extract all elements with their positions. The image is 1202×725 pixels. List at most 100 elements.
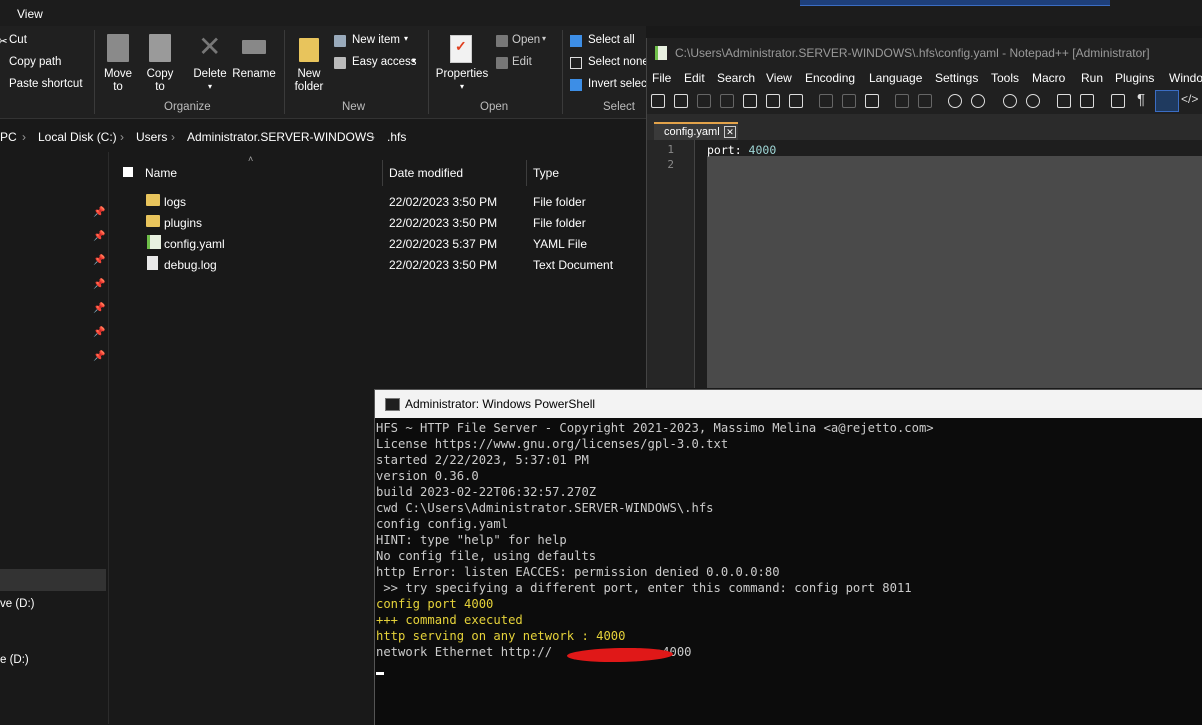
tab-label: config.yaml xyxy=(664,126,720,138)
menu-macro[interactable]: Macro xyxy=(1032,71,1065,85)
close-all-icon[interactable] xyxy=(766,94,780,108)
properties-button[interactable]: ✓ Properties ▾ xyxy=(434,32,490,96)
chevron-down-icon: ▾ xyxy=(404,34,409,43)
taskbar-highlight xyxy=(800,0,1110,6)
paste-icon[interactable] xyxy=(865,94,879,108)
column-divider[interactable] xyxy=(526,160,527,186)
tab-config-yaml[interactable]: config.yaml ✕ xyxy=(654,122,738,142)
move-to-button[interactable]: Move to xyxy=(102,32,134,93)
breadcrumb-administrator[interactable]: Administrator.SERVER-WINDOWS xyxy=(187,130,374,144)
close-icon[interactable]: ✕ xyxy=(724,126,736,138)
menu-edit[interactable]: Edit xyxy=(684,71,705,85)
menu-settings[interactable]: Settings xyxy=(935,71,978,85)
copy-icon[interactable] xyxy=(842,94,856,108)
table-row[interactable]: plugins 22/02/2023 3:50 PM File folder xyxy=(109,212,629,233)
menu-tools[interactable]: Tools xyxy=(991,71,1019,85)
column-header-date-modified[interactable]: Date modified xyxy=(389,166,463,180)
pin-icon[interactable]: 📌 xyxy=(93,351,105,362)
delete-button[interactable]: ✕ Delete ▾ xyxy=(190,32,230,92)
open-file-icon[interactable] xyxy=(674,94,688,108)
rename-button[interactable]: Rename xyxy=(232,32,276,92)
redo-icon[interactable] xyxy=(918,94,932,108)
view-menu[interactable]: View xyxy=(17,7,43,21)
column-header-name[interactable]: Name xyxy=(145,166,177,180)
code-icon[interactable]: </> xyxy=(1181,92,1198,106)
file-name: logs xyxy=(164,195,187,209)
file-type: Text Document xyxy=(533,258,614,272)
console-line: >> try specifying a different port, ente… xyxy=(376,581,912,595)
print-icon[interactable] xyxy=(789,94,803,108)
editor-area[interactable]: port: 4000 xyxy=(695,140,1202,388)
edit-label: Edit xyxy=(512,56,532,68)
save-all-icon[interactable] xyxy=(720,94,734,108)
invert-selection-label: Invert selection xyxy=(588,78,646,90)
notepadpp-menubar: File Edit Search View Encoding Language … xyxy=(647,68,1202,88)
breadcrumb-pc[interactable]: PC xyxy=(0,130,17,144)
new-folder-button[interactable]: New folder xyxy=(290,32,328,96)
select-all-button[interactable]: Select all xyxy=(570,34,646,48)
table-row[interactable]: logs 22/02/2023 3:50 PM File folder xyxy=(109,191,629,212)
nav-item-selected[interactable] xyxy=(0,569,106,591)
table-row[interactable]: config.yaml 22/02/2023 5:37 PM YAML File xyxy=(109,233,629,254)
save-icon[interactable] xyxy=(697,94,711,108)
copy-to-button[interactable]: Copy to xyxy=(144,32,176,93)
select-all-label: Select all xyxy=(588,34,635,46)
sync-horizontal-icon[interactable] xyxy=(1080,94,1094,108)
find-icon[interactable] xyxy=(948,94,962,108)
pin-icon[interactable]: 📌 xyxy=(93,279,105,290)
menu-plugins[interactable]: Plugins xyxy=(1115,71,1154,85)
undo-icon[interactable] xyxy=(895,94,909,108)
table-row[interactable]: debug.log 22/02/2023 3:50 PM Text Docume… xyxy=(109,254,629,275)
replace-icon[interactable] xyxy=(971,94,985,108)
menu-language[interactable]: Language xyxy=(869,71,922,85)
menu-window[interactable]: Window xyxy=(1169,71,1202,85)
breadcrumb-users[interactable]: Users xyxy=(136,130,167,144)
rename-label: Rename xyxy=(232,68,276,80)
file-date: 22/02/2023 3:50 PM xyxy=(389,195,498,209)
pin-icon[interactable]: 📌 xyxy=(93,327,105,338)
cut-icon[interactable] xyxy=(819,94,833,108)
close-icon[interactable] xyxy=(743,94,757,108)
breadcrumb-local-disk[interactable]: Local Disk (C:) xyxy=(38,130,117,144)
zoom-in-icon[interactable] xyxy=(1003,94,1017,108)
zoom-out-icon[interactable] xyxy=(1026,94,1040,108)
powershell-titlebar[interactable]: Administrator: Windows PowerShell xyxy=(375,390,1202,418)
menu-view[interactable]: View xyxy=(766,71,792,85)
select-none-label: Select none xyxy=(588,56,646,68)
address-bar[interactable]: PC › Local Disk (C:) › Users › Administr… xyxy=(0,122,646,152)
open-group-label: Open xyxy=(480,101,509,113)
delete-dropdown-icon: ▾ xyxy=(207,82,212,91)
select-none-button[interactable]: Select none xyxy=(570,56,646,70)
pin-icon[interactable]: 📌 xyxy=(93,303,105,314)
word-wrap-icon[interactable] xyxy=(1111,94,1125,108)
ribbon-separator xyxy=(562,30,563,114)
new-file-icon[interactable] xyxy=(651,94,665,108)
column-header-type[interactable]: Type xyxy=(533,166,559,180)
yaml-key: port: xyxy=(707,143,742,157)
menu-encoding[interactable]: Encoding xyxy=(805,71,855,85)
console-output[interactable]: HFS ~ HTTP File Server - Copyright 2021-… xyxy=(375,418,1202,725)
menu-run[interactable]: Run xyxy=(1081,71,1103,85)
select-all-checkbox[interactable] xyxy=(123,167,133,177)
pin-icon[interactable]: 📌 xyxy=(93,231,105,242)
column-divider[interactable] xyxy=(382,160,383,186)
console-line: http Error: listen EACCES: permission de… xyxy=(376,565,780,579)
notepadpp-titlebar[interactable]: C:\Users\Administrator.SERVER-WINDOWS\.h… xyxy=(647,38,1202,68)
indent-guide-icon[interactable] xyxy=(1155,90,1179,112)
pin-icon[interactable]: 📌 xyxy=(93,255,105,266)
copy-to-label: Copy to xyxy=(146,68,174,93)
sync-vertical-icon[interactable] xyxy=(1057,94,1071,108)
pilcrow-icon[interactable]: ¶ xyxy=(1137,91,1145,108)
menu-file[interactable]: File xyxy=(652,71,671,85)
nav-item-drive-d[interactable]: ve (D:) xyxy=(0,598,35,610)
breadcrumb-hfs[interactable]: .hfs xyxy=(387,130,406,144)
chevron-right-icon: › xyxy=(120,130,124,144)
nav-item-drive-d-2[interactable]: e (D:) xyxy=(0,654,29,666)
invert-selection-button[interactable]: Invert selection xyxy=(570,78,646,92)
select-none-icon xyxy=(570,57,582,69)
pin-icon[interactable]: 📌 xyxy=(93,207,105,218)
powershell-window: Administrator: Windows PowerShell HFS ~ … xyxy=(374,389,1202,725)
file-name: debug.log xyxy=(164,258,217,272)
new-item-icon xyxy=(334,35,346,47)
menu-search[interactable]: Search xyxy=(717,71,755,85)
